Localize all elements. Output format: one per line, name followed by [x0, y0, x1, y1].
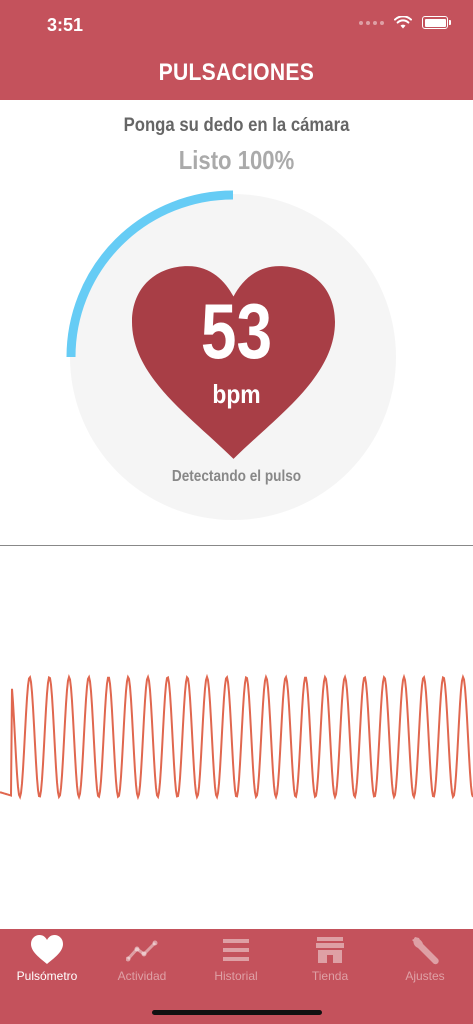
- detecting-status: Detectando el pulso: [171, 468, 302, 485]
- tab-ajustes[interactable]: Ajustes: [378, 929, 472, 989]
- battery-icon: [422, 16, 451, 29]
- divider: [0, 545, 473, 546]
- heart-icon: [31, 935, 63, 964]
- pulse-waveform: [0, 673, 473, 801]
- tab-label: Actividad: [117, 969, 167, 983]
- tab-pulsometro[interactable]: Pulsómetro: [0, 929, 94, 989]
- page-title: PULSACIONES: [158, 59, 315, 86]
- cellular-signal-icon: [359, 20, 384, 25]
- tab-label: Ajustes: [405, 969, 445, 983]
- status-indicators: [359, 16, 451, 29]
- bpm-unit: bpm: [212, 379, 261, 409]
- status-bar: 3:51: [0, 0, 473, 50]
- instruction-text: Ponga su dedo en la cámara: [123, 115, 350, 136]
- activity-chart-icon: [126, 940, 158, 962]
- tab-label: Historial: [214, 969, 258, 983]
- tab-historial[interactable]: Historial: [189, 929, 283, 989]
- tab-label: Pulsómetro: [16, 969, 78, 983]
- tab-actividad[interactable]: Actividad: [95, 929, 189, 989]
- tab-label: Tienda: [311, 969, 349, 983]
- list-icon: [223, 939, 249, 961]
- ready-status: Listo 100%: [178, 145, 295, 175]
- nav-bar: PULSACIONES: [0, 50, 473, 100]
- bpm-value: 53: [200, 287, 273, 375]
- wifi-icon: [394, 16, 412, 29]
- home-indicator: [152, 1010, 322, 1015]
- status-time: 3:51: [47, 15, 84, 35]
- wrench-icon: [412, 937, 439, 965]
- store-icon: [316, 937, 344, 963]
- tab-tienda[interactable]: Tienda: [283, 929, 377, 989]
- waveform-line: [0, 673, 473, 801]
